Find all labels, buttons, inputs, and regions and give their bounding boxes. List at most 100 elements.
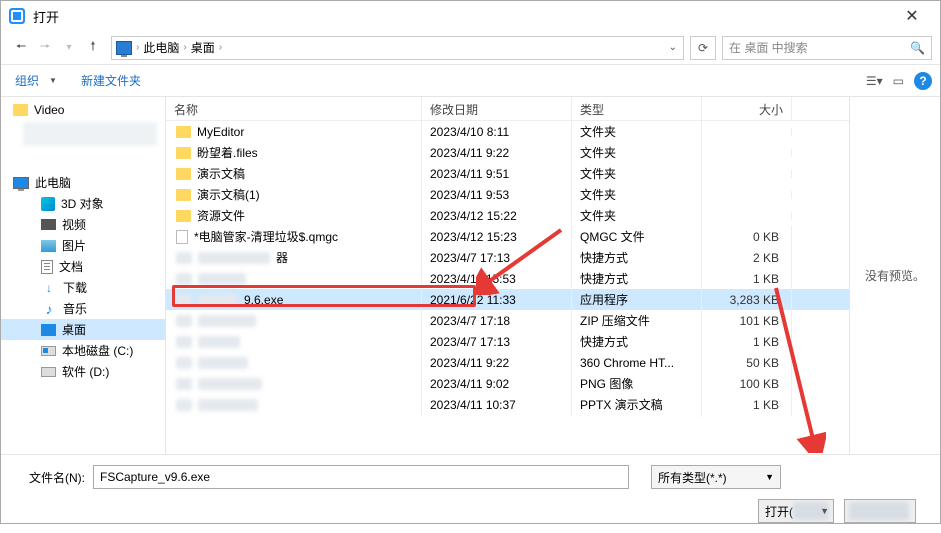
file-type-filter[interactable]: 所有类型(*.*) ▼ (651, 465, 781, 489)
redacted-name (198, 294, 238, 306)
column-headers[interactable]: 名称 修改日期 类型 大小 (166, 97, 849, 121)
redacted (849, 502, 909, 520)
title-bar: 打开 ✕ (1, 1, 940, 31)
tree-label: 桌面 (62, 321, 86, 338)
redacted-icon (176, 378, 192, 390)
forward-button[interactable]: 🠖 (33, 36, 57, 60)
file-size (702, 191, 792, 199)
redacted-icon (176, 273, 192, 285)
back-button[interactable]: 🠔 (9, 36, 33, 60)
file-date: 2023/4/7 17:13 (422, 331, 572, 353)
redacted-name (198, 378, 262, 390)
tree-soft-d[interactable]: 软件 (D:) (1, 361, 165, 382)
tree-label: 下载 (63, 279, 87, 296)
file-row[interactable]: 2023/4/7 17:18ZIP 压缩文件101 KB (166, 310, 849, 331)
file-name-suffix: 器 (276, 249, 288, 266)
tree-documents[interactable]: 文档 (1, 256, 165, 277)
up-button[interactable]: 🠕 (81, 36, 105, 60)
file-row[interactable]: 盼望着.files2023/4/11 9:22文件夹 (166, 142, 849, 163)
refresh-button[interactable]: ⟳ (690, 36, 716, 60)
new-folder-button[interactable]: 新建文件夹 (75, 70, 147, 91)
file-date: 2023/4/12 15:23 (422, 226, 572, 248)
file-row[interactable]: 9.6.exe2021/6/22 11:33应用程序3,283 KB (166, 289, 849, 310)
redacted-name (198, 357, 248, 369)
tree-local-c[interactable]: 本地磁盘 (C:) (1, 340, 165, 361)
filename-input[interactable] (93, 465, 629, 489)
video-icon (41, 219, 56, 230)
close-button[interactable]: ✕ (892, 6, 932, 26)
file-list[interactable]: 名称 修改日期 类型 大小 MyEditor2023/4/10 8:11文件夹盼… (166, 97, 850, 454)
tree-label: 音乐 (63, 300, 87, 317)
file-size: 0 KB (702, 226, 792, 248)
pc-icon (13, 177, 29, 189)
file-size: 50 KB (702, 352, 792, 374)
document-icon (41, 260, 53, 274)
tree-desktop[interactable]: 桌面 (1, 319, 165, 340)
chevron-down-icon[interactable]: ▼ (49, 76, 57, 85)
file-name: 演示文稿 (197, 165, 245, 182)
toolbar: 组织 ▼ 新建文件夹 ☰▾ ▭ ? (1, 65, 940, 97)
breadcrumb-part[interactable]: 此电脑 (143, 39, 179, 56)
col-date[interactable]: 修改日期 (422, 97, 572, 120)
open-button[interactable]: 打开( ▼ (758, 499, 834, 523)
file-row[interactable]: 资源文件2023/4/12 15:22文件夹 (166, 205, 849, 226)
tree-label: 视频 (62, 216, 86, 233)
filter-text: 所有类型(*.*) (658, 469, 727, 486)
nav-tree[interactable]: Video 此电脑 3D 对象 视频 图片 文档 ↓ 下载 ♪音乐 桌面 本地磁盘… (1, 97, 166, 454)
file-row[interactable]: MyEditor2023/4/10 8:11文件夹 (166, 121, 849, 142)
file-row[interactable]: 2023/4/11 9:22360 Chrome HT...50 KB (166, 352, 849, 373)
redacted-icon (176, 357, 192, 369)
app-icon (9, 8, 25, 24)
tree-videos[interactable]: 视频 (1, 214, 165, 235)
file-name: MyEditor (197, 125, 244, 139)
file-row[interactable]: 2023/4/11 10:37PPTX 演示文稿1 KB (166, 394, 849, 415)
tree-video[interactable]: Video (1, 99, 165, 120)
disk-icon (41, 367, 56, 377)
file-name: *电脑管家-清理垃圾$.qmgc (194, 228, 338, 245)
preview-pane-button[interactable]: ▭ (893, 74, 904, 88)
nav-bar: 🠔 🠖 ▾ 🠕 › 此电脑 › 桌面 › ⌄ ⟳ 在 桌面 中搜索 🔍 (1, 31, 940, 65)
tree-label: 文档 (59, 258, 83, 275)
tree-label: 软件 (D:) (62, 363, 109, 380)
file-date: 2023/4/7 17:18 (422, 310, 572, 332)
col-type[interactable]: 类型 (572, 97, 702, 120)
cancel-button[interactable] (844, 499, 916, 523)
chevron-down-icon: ▼ (765, 472, 774, 482)
col-size[interactable]: 大小 (702, 97, 792, 120)
file-row[interactable]: 2023/4/11 15:53快捷方式1 KB (166, 268, 849, 289)
organize-menu[interactable]: 组织 (9, 70, 45, 91)
file-date: 2023/4/11 9:02 (422, 373, 572, 395)
file-size: 100 KB (702, 373, 792, 395)
download-icon: ↓ (41, 280, 57, 296)
file-name: 盼望着.files (197, 144, 258, 161)
file-name: 资源文件 (197, 207, 245, 224)
help-button[interactable]: ? (914, 72, 932, 90)
file-row[interactable]: 2023/4/7 17:13快捷方式1 KB (166, 331, 849, 352)
redacted-icon (176, 399, 192, 411)
folder-icon (176, 147, 191, 159)
tree-downloads[interactable]: ↓ 下载 (1, 277, 165, 298)
redacted-name (198, 273, 246, 285)
tree-3d-objects[interactable]: 3D 对象 (1, 193, 165, 214)
file-date: 2023/4/11 10:37 (422, 394, 572, 416)
file-row[interactable]: *电脑管家-清理垃圾$.qmgc2023/4/12 15:23QMGC 文件0 … (166, 226, 849, 247)
recent-dropdown[interactable]: ▾ (57, 36, 81, 60)
search-input[interactable]: 在 桌面 中搜索 🔍 (722, 36, 932, 60)
folder-icon (13, 104, 28, 116)
dialog-footer: 文件名(N): 所有类型(*.*) ▼ 打开( ▼ (1, 455, 940, 533)
tree-pictures[interactable]: 图片 (1, 235, 165, 256)
folder-icon (176, 168, 191, 180)
file-row[interactable]: 演示文稿(1)2023/4/11 9:53文件夹 (166, 184, 849, 205)
col-name[interactable]: 名称 (166, 97, 422, 120)
breadcrumb[interactable]: › 此电脑 › 桌面 › ⌄ (111, 36, 684, 60)
file-row[interactable]: 演示文稿2023/4/11 9:51文件夹 (166, 163, 849, 184)
preview-pane: 没有预览。 (850, 97, 940, 454)
file-row[interactable]: 器2023/4/7 17:13快捷方式2 KB (166, 247, 849, 268)
tree-this-pc[interactable]: 此电脑 (1, 172, 165, 193)
file-row[interactable]: 2023/4/11 9:02PNG 图像100 KB (166, 373, 849, 394)
breadcrumb-dropdown[interactable]: ⌄ (669, 42, 677, 53)
view-icons-button[interactable]: ☰▾ (866, 74, 883, 88)
breadcrumb-part[interactable]: 桌面 (191, 39, 215, 56)
tree-music[interactable]: ♪音乐 (1, 298, 165, 319)
file-name: 演示文稿(1) (197, 186, 260, 203)
